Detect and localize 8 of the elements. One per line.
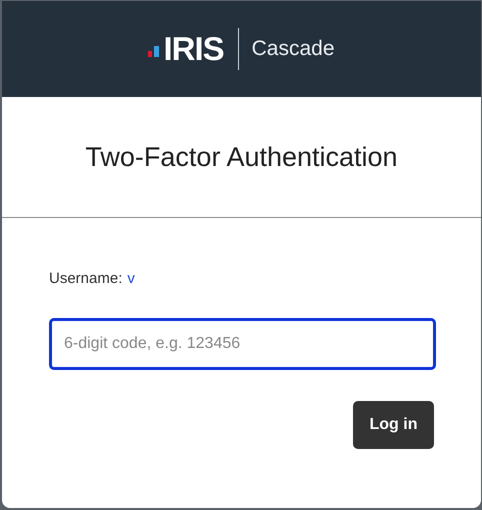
username-value: v <box>127 270 135 287</box>
username-label: Username: <box>49 270 122 287</box>
code-input-field[interactable]: 6-digit code, e.g. 123456 <box>49 318 436 370</box>
page-title: Two-Factor Authentication <box>85 142 398 172</box>
logo-text: IRIS <box>163 30 224 68</box>
login-button[interactable]: Log in <box>353 401 434 449</box>
product-name: Cascade <box>252 37 335 61</box>
bar-chart-icon <box>148 43 162 57</box>
